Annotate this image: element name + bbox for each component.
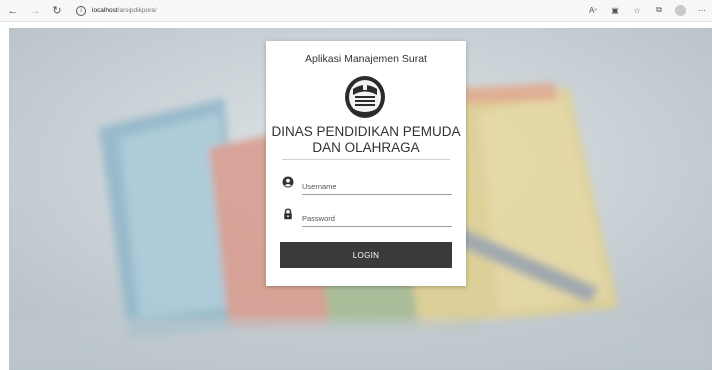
org-name-line2: DAN OLAHRAGA <box>312 140 420 155</box>
tab-icon[interactable]: ▣ <box>609 3 621 17</box>
username-input[interactable] <box>302 179 452 195</box>
organization-name: DINAS PENDIDIKAN PEMUDA DAN OLAHRAGA <box>266 124 466 156</box>
forward-icon[interactable]: → <box>26 2 44 20</box>
more-icon[interactable]: ⋯ <box>696 3 708 17</box>
password-field-group <box>282 208 452 228</box>
read-aloud-icon[interactable]: A» <box>587 3 599 17</box>
browser-actions: A» ▣ ☆ ⧉ ⋯ <box>587 3 708 17</box>
login-button[interactable]: LOGIN <box>280 242 452 268</box>
favorites-icon[interactable]: ☆ <box>631 3 643 17</box>
password-input[interactable] <box>302 211 452 227</box>
username-field-group <box>282 176 452 196</box>
url-path: /arsipdikpora/ <box>117 7 157 14</box>
browser-toolbar: ← → ↻ i localhost/arsipdikpora/ A» ▣ ☆ ⧉… <box>0 0 712 22</box>
address-bar[interactable]: i localhost/arsipdikpora/ <box>76 3 616 19</box>
collections-icon[interactable]: ⧉ <box>653 3 665 17</box>
user-circle-icon <box>282 176 294 188</box>
info-icon[interactable]: i <box>76 5 86 16</box>
government-seal-logo <box>345 76 385 118</box>
back-icon[interactable]: ← <box>4 2 22 20</box>
divider <box>282 159 450 160</box>
profile-icon[interactable] <box>675 4 686 16</box>
org-name-line1: DINAS PENDIDIKAN PEMUDA <box>271 124 461 139</box>
login-card: Aplikasi Manajemen Surat DINAS PENDIDIKA… <box>266 41 466 286</box>
app-title: Aplikasi Manajemen Surat <box>305 53 427 65</box>
lock-icon <box>284 208 292 220</box>
url-host: localhost <box>92 7 118 14</box>
refresh-icon[interactable]: ↻ <box>48 2 66 20</box>
